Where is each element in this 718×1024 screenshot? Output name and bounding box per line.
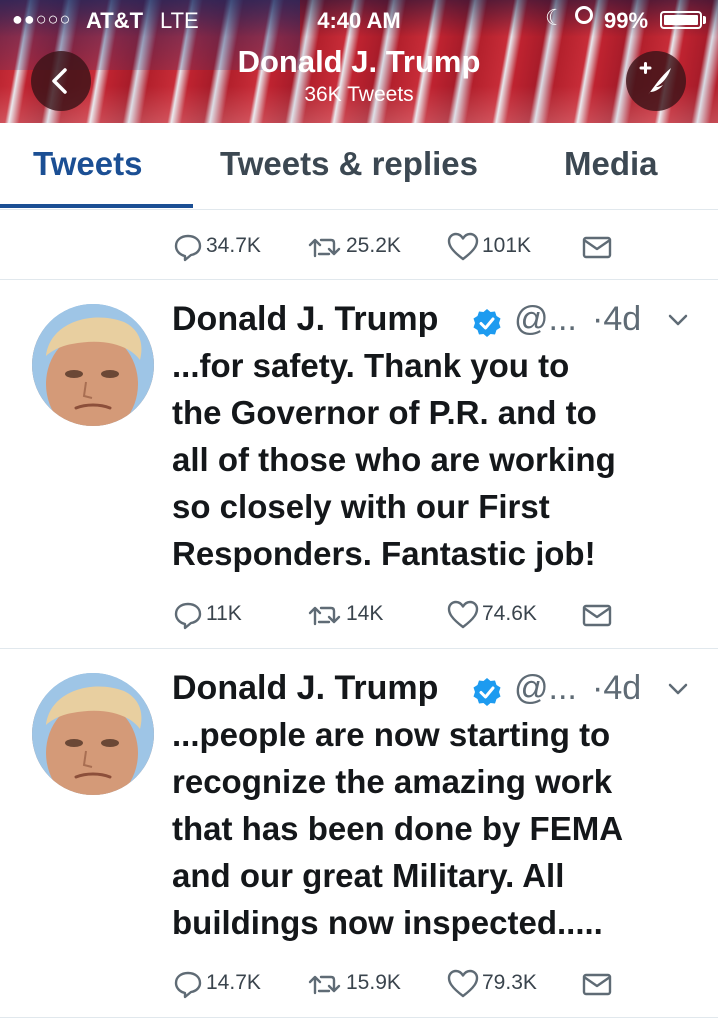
status-bar: ●●○○○ AT&T LTE 4:40 AM ☾ 99% <box>0 0 718 40</box>
tweet-actions: 11K 14K 74.6K <box>173 596 633 632</box>
compose-quill-icon <box>639 62 671 95</box>
tweet-actions: 34.7K 25.2K 101K <box>173 228 633 264</box>
compose-tweet-button[interactable] <box>626 51 686 111</box>
reply-count: 14.7K <box>206 971 261 994</box>
reply-icon <box>174 971 202 999</box>
tweet-item[interactable]: Donald J. Trump @... ·4d ...for safety. … <box>0 280 718 648</box>
do-not-disturb-icon: ☾ <box>545 5 565 30</box>
verified-badge-icon <box>473 678 501 706</box>
avatar[interactable] <box>32 304 154 426</box>
heart-icon <box>447 232 479 261</box>
active-tab-indicator <box>0 204 193 208</box>
envelope-icon <box>582 604 612 627</box>
heart-icon <box>447 600 479 629</box>
like-count: 79.3K <box>482 971 537 994</box>
tweet-divider <box>0 1017 718 1018</box>
envelope-icon <box>582 236 612 259</box>
heart-icon <box>447 969 479 998</box>
battery-tip <box>703 16 706 24</box>
author-handle[interactable]: @... <box>514 300 577 339</box>
tweet-timestamp[interactable]: ·4d <box>592 300 641 339</box>
chevron-down-icon[interactable] <box>667 682 689 696</box>
tweet-timestamp[interactable]: ·4d <box>592 669 641 708</box>
reply-count: 34.7K <box>206 234 261 257</box>
tweet-item[interactable]: Donald J. Trump @... ·4d ...people are n… <box>0 649 718 1017</box>
tab-tweets[interactable]: Tweets <box>33 145 142 183</box>
retweet-icon <box>308 606 341 626</box>
reply-count: 11K <box>206 602 242 625</box>
avatar[interactable] <box>32 673 154 795</box>
like-count: 74.6K <box>482 602 537 625</box>
tab-tweets-and-replies[interactable]: Tweets & replies <box>220 145 478 183</box>
alarm-icon <box>575 6 593 24</box>
profile-tabs: Tweets Tweets & replies Media <box>0 123 718 210</box>
battery-percentage: 99% <box>604 8 649 33</box>
retweet-icon <box>308 238 341 258</box>
retweet-icon <box>308 975 341 995</box>
like-count: 101K <box>482 234 532 257</box>
reply-icon <box>174 602 202 630</box>
profile-photo-icon <box>32 304 154 426</box>
tweet-text: ...for safety. Thank you to the Governor… <box>172 347 616 572</box>
tab-media[interactable]: Media <box>564 145 658 183</box>
retweet-count: 14K <box>346 602 384 625</box>
author-name[interactable]: Donald J. Trump <box>172 669 438 708</box>
tweet-count: 36K Tweets <box>304 83 414 106</box>
chevron-down-icon[interactable] <box>667 313 689 327</box>
retweet-count: 15.9K <box>346 971 401 994</box>
author-handle[interactable]: @... <box>514 669 577 708</box>
profile-header: ●●○○○ AT&T LTE 4:40 AM ☾ 99% Donald J. T… <box>0 0 718 123</box>
profile-photo-icon <box>32 673 154 795</box>
verified-badge-icon <box>473 309 501 337</box>
envelope-icon <box>582 973 612 996</box>
battery-fill <box>664 15 698 25</box>
author-name[interactable]: Donald J. Trump <box>172 300 438 339</box>
tweet-text: ...people are now starting to recognize … <box>172 716 624 941</box>
retweet-count: 25.2K <box>346 234 401 257</box>
tweet-actions: 14.7K 15.9K 79.3K <box>173 965 633 1001</box>
profile-name: Donald J. Trump <box>237 44 481 79</box>
reply-icon <box>174 234 202 262</box>
battery-icon <box>660 11 702 29</box>
